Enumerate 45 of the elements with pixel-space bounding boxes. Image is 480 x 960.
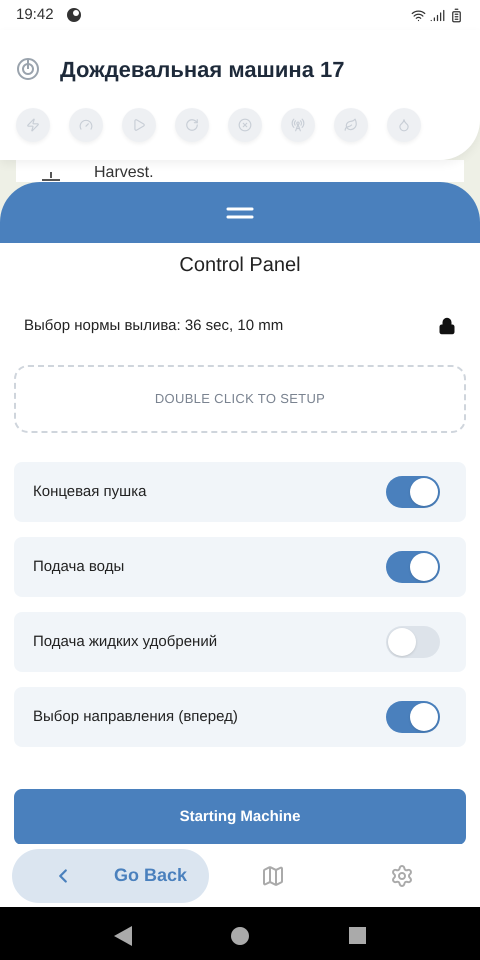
drag-handle-icon (226, 206, 254, 218)
status-time: 19:42 (16, 4, 54, 25)
panel-title: Control Panel (179, 253, 301, 278)
refresh-button[interactable] (175, 108, 209, 142)
go-back-button[interactable]: Go Back (12, 848, 209, 902)
settings-icon[interactable] (390, 864, 414, 888)
antenna-button[interactable] (281, 108, 315, 142)
sprinkler-icon (40, 172, 62, 182)
lightning-button[interactable] (16, 108, 50, 142)
toggle-switch[interactable] (386, 701, 440, 733)
map-icon[interactable] (261, 864, 285, 888)
droplet-button[interactable] (387, 108, 421, 142)
home-nav-icon[interactable] (231, 926, 250, 944)
battery-icon (449, 8, 464, 22)
wifi-icon (411, 8, 426, 22)
toggle-switch[interactable] (386, 626, 440, 658)
signal-icon (430, 8, 445, 22)
droplet-icon (397, 118, 411, 132)
play-button[interactable] (122, 108, 156, 142)
setup-area[interactable]: DOUBLE CLICK TO SETUP (14, 365, 466, 433)
lock-icon[interactable] (438, 317, 456, 335)
harvest-label: Harvest. (94, 165, 154, 181)
rate-label: Выбор нормы вылива: 36 sec, 10 mm (24, 316, 284, 336)
leaf-icon (344, 118, 358, 132)
play-icon (132, 118, 146, 132)
toggle-label: Подача воды (33, 556, 124, 577)
antenna-icon (291, 118, 305, 132)
toggle-switch[interactable] (386, 551, 440, 583)
gauge-button[interactable] (69, 108, 103, 142)
gauge-icon (79, 118, 93, 132)
toggle-label: Выбор направления (вперед) (33, 706, 238, 727)
refresh-icon (185, 118, 199, 132)
leaf-button[interactable] (334, 108, 368, 142)
sheet-header[interactable] (0, 182, 480, 243)
back-nav-icon[interactable] (114, 926, 132, 946)
machine-title: Дождевальная машина 17 (60, 56, 345, 84)
toggle-label: Подача жидких удобрений (33, 632, 218, 652)
toggle-label: Концевая пушка (33, 482, 146, 502)
cancel-icon (238, 118, 252, 132)
cancel-button[interactable] (228, 108, 262, 142)
toggle-switch[interactable] (386, 476, 440, 508)
start-machine-button[interactable]: Starting Machine (14, 789, 466, 845)
recents-nav-icon[interactable] (349, 927, 366, 944)
lightning-icon (26, 118, 40, 132)
app-status-icon (66, 7, 82, 23)
